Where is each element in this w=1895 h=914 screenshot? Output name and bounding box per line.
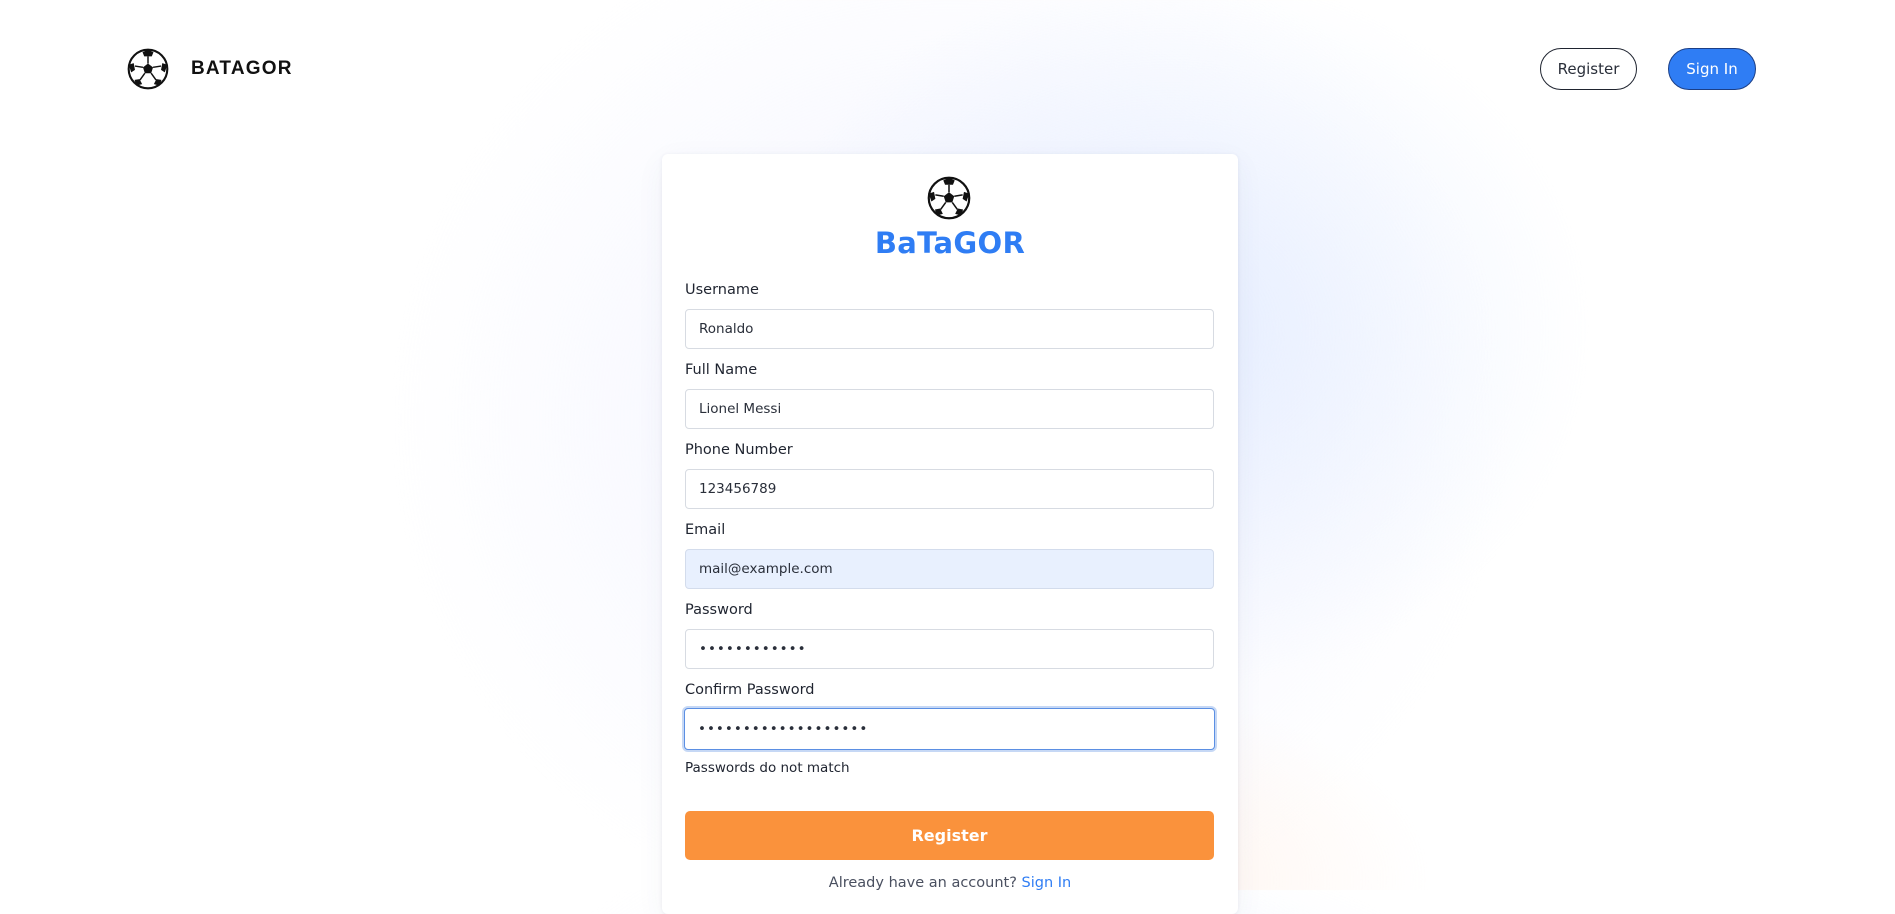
confirm-password-input[interactable] xyxy=(684,708,1215,750)
signin-prompt-text: Already have an account? xyxy=(828,875,1017,891)
form-title: BaTaGOR xyxy=(874,226,1026,260)
register-submit-button[interactable]: Register xyxy=(685,811,1214,860)
signin-link[interactable]: Sign In xyxy=(1022,875,1072,891)
register-card: BaTaGOR Username Full Name Phone Number … xyxy=(662,154,1238,914)
username-input[interactable] xyxy=(685,309,1214,349)
top-navbar: BATAGOR Register Sign In xyxy=(0,0,1895,140)
soccer-ball-icon xyxy=(927,176,971,220)
phone-number-input[interactable] xyxy=(685,469,1214,509)
phone-number-label: Phone Number xyxy=(685,442,793,458)
brand-name: BATAGOR xyxy=(191,58,293,79)
card-logo xyxy=(927,176,971,220)
password-input[interactable] xyxy=(685,629,1214,669)
full-name-input[interactable] xyxy=(685,389,1214,429)
email-label: Email xyxy=(685,522,726,538)
soccer-ball-icon xyxy=(127,48,169,90)
register-nav-button[interactable]: Register xyxy=(1540,48,1637,90)
signin-nav-button[interactable]: Sign In xyxy=(1668,48,1756,90)
brand[interactable]: BATAGOR xyxy=(127,47,293,91)
username-label: Username xyxy=(685,282,759,298)
full-name-label: Full Name xyxy=(685,362,758,378)
confirm-password-label: Confirm Password xyxy=(685,682,815,698)
email-input[interactable] xyxy=(685,549,1214,589)
password-label: Password xyxy=(685,602,753,618)
signin-prompt: Already have an account? Sign In xyxy=(662,875,1238,891)
password-mismatch-error: Passwords do not match xyxy=(685,760,850,776)
